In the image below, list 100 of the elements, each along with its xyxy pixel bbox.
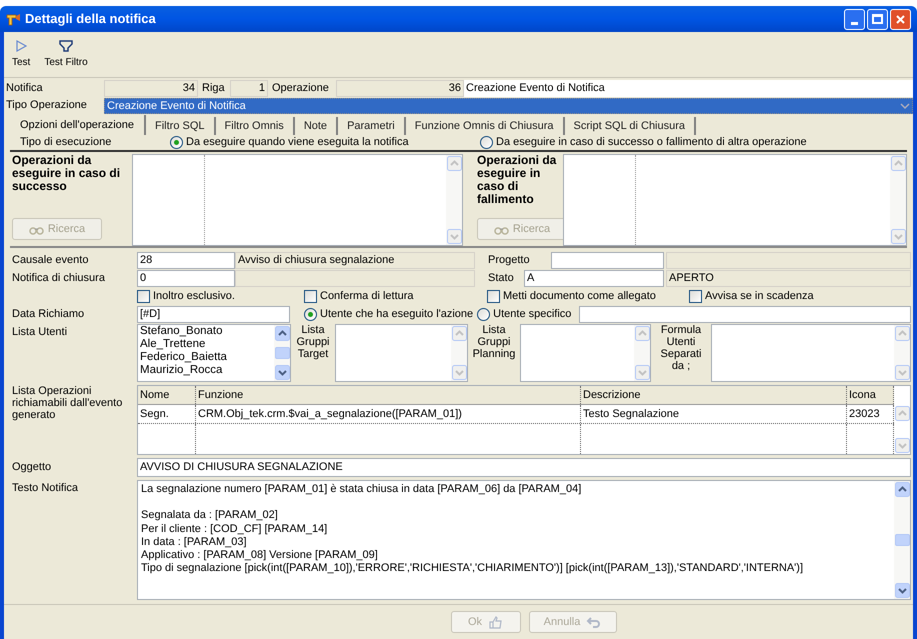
field-label: Operazione <box>271 81 330 96</box>
user-list[interactable]: Stefano_Bonato Ale_Trettene Federico_Baietta Maurizio_Rocca <box>137 324 291 382</box>
field-label: Lista Gruppi Planning <box>472 324 516 362</box>
app-icon <box>6 12 21 26</box>
scroll-down-icon <box>446 229 462 244</box>
tab[interactable]: Filtro Omnis <box>216 117 295 135</box>
thumbs-up-icon <box>488 614 504 630</box>
field-label: Tipo di esecuzione <box>20 135 112 150</box>
column-header[interactable]: Descrizione <box>581 386 847 404</box>
checkbox[interactable] <box>487 290 500 303</box>
radio-button[interactable] <box>304 308 317 321</box>
radio-label: Utente che ha eseguito l'azione <box>320 307 474 322</box>
text-line: Per il cliente : [COD_CF] [PARAM_14] <box>141 522 328 536</box>
causale-field[interactable]: 28 <box>137 252 235 269</box>
radio-label: Utente specifico <box>493 307 572 322</box>
checkbox-label: Metti documento come allegato <box>503 289 656 304</box>
radio-button[interactable] <box>477 308 490 321</box>
table-cell: Testo Segnalazione <box>581 405 847 423</box>
table-cell: 23023 <box>847 405 894 423</box>
tab[interactable]: Note <box>294 117 338 135</box>
operation-type-dropdown[interactable]: Creazione Evento di Notifica <box>104 98 913 114</box>
filter-icon <box>59 40 74 52</box>
scroll-up-icon <box>890 156 906 171</box>
scroll-up-icon <box>634 326 650 341</box>
data-richiamo-field[interactable]: [#D] <box>137 306 290 323</box>
tab[interactable]: Script SQL di Chiusura <box>564 117 696 135</box>
scroll-down-icon <box>894 583 910 598</box>
list-item[interactable]: Stefano_Bonato <box>140 325 272 338</box>
radio-label: Da eseguire quando viene eseguita la notifica <box>186 135 409 150</box>
close-icon <box>895 14 906 24</box>
checkbox[interactable] <box>137 290 150 303</box>
field-label: Tipo Operazione <box>6 98 88 114</box>
scroll-down-icon <box>894 438 910 453</box>
field-label: Lista Utenti <box>12 325 68 340</box>
field-label: Lista Operazioni richiamabili dall'evento generato <box>12 385 124 423</box>
play-icon <box>15 40 28 52</box>
stato-description: APERTO <box>666 270 911 287</box>
list-item[interactable]: Federico_Baietta <box>140 351 272 364</box>
text-line: Applicativo : [PARAM_08] Versione [PARAM_09] <box>141 548 379 562</box>
scroll-down-icon <box>894 365 910 380</box>
list-item[interactable]: Maurizio_Rocca <box>140 364 272 377</box>
radio-button[interactable] <box>480 136 493 149</box>
scroll-up-icon <box>274 326 290 341</box>
scroll-thumb[interactable] <box>274 347 290 359</box>
list-item[interactable]: Ale_Trettene <box>140 338 272 351</box>
checkbox[interactable] <box>689 290 702 303</box>
field-label: Riga <box>201 81 226 96</box>
maximize-button[interactable] <box>867 8 888 30</box>
scroll-down-icon <box>634 365 650 380</box>
notifica-chiusura-field[interactable]: 0 <box>137 270 235 287</box>
notification-text-area[interactable] <box>137 480 911 600</box>
field-label: Data Richiamo <box>12 307 86 322</box>
column-header[interactable]: Nome <box>138 386 196 404</box>
panel-title: Operazioni da eseguire in caso di fallimento <box>477 154 558 206</box>
field-label: Oggetto <box>12 460 52 476</box>
text-line: Tipo di segnalazione [pick(int([PARAM_10]),'ERRORE','RICHIESTA','CHIARIMENTO')] [pick(int([PARAM_13]),'STANDARD','INTERNA')] <box>141 562 804 576</box>
stato-field[interactable]: A <box>524 270 664 287</box>
field-label: Notifica <box>6 81 44 96</box>
radio-button[interactable] <box>170 136 183 149</box>
column-header[interactable]: Funzione <box>196 386 581 404</box>
panel-title: Operazioni da eseguire in caso di successo <box>12 154 122 193</box>
toolbar-button[interactable]: Test Filtro <box>42 40 90 70</box>
field-label: Notifica di chiusura <box>12 271 106 286</box>
window-title: Dettagli della notifica <box>25 10 157 28</box>
checkbox[interactable] <box>304 290 317 303</box>
column-header[interactable]: Icona <box>847 386 894 404</box>
table-cell: CRM.Obj_tek.crm.$vai_a_segnalazione([PARAM_01]) <box>196 405 581 423</box>
utente-specifico-field[interactable] <box>579 306 911 323</box>
undo-icon <box>586 614 602 630</box>
field-label: Testo Notifica <box>12 481 80 496</box>
close-button[interactable] <box>890 8 911 30</box>
field-label: Progetto <box>487 253 531 268</box>
checkbox-label: Inoltro esclusivo. <box>153 289 235 304</box>
tab[interactable]: Filtro SQL <box>146 117 216 135</box>
riga-field: 1 <box>230 80 268 97</box>
scroll-up-icon <box>894 406 910 421</box>
notifica-field: 34 <box>104 80 198 97</box>
checkbox-label: Conferma di lettura <box>320 289 414 304</box>
field-label: Stato <box>487 271 515 286</box>
checkbox-label: Avvisa se in scadenza <box>705 289 814 304</box>
field-label: Formula Utenti Separati da ; <box>660 324 702 374</box>
oggetto-field[interactable]: AVVISO DI CHIUSURA SEGNALAZIONE <box>137 458 911 477</box>
scroll-down-icon <box>890 229 906 244</box>
operazione-field: 36 <box>336 80 464 97</box>
toolbar-button[interactable]: Test <box>10 40 32 70</box>
progetto-field[interactable] <box>551 252 664 269</box>
table-cell: Segn. <box>138 405 196 423</box>
scroll-up-icon <box>894 326 910 341</box>
tab[interactable]: Funzione Omnis di Chiusura <box>406 117 565 135</box>
scroll-down-icon <box>452 365 466 380</box>
radio-label: Da eseguire in caso di successo o fallimento di altra operazione <box>496 135 807 150</box>
field-label: Causale evento <box>12 253 90 268</box>
field-label: Lista Gruppi Target <box>295 324 331 362</box>
text-line: Segnalata da : [PARAM_02] <box>141 509 279 523</box>
scroll-up-icon <box>894 482 910 497</box>
text-line: In data : [PARAM_03] <box>141 536 248 549</box>
operazione-name-field: Creazione Evento di Notifica <box>464 80 913 97</box>
tab[interactable]: Parametri <box>338 117 406 135</box>
minimize-button[interactable] <box>844 8 865 30</box>
scroll-thumb[interactable] <box>894 534 910 546</box>
